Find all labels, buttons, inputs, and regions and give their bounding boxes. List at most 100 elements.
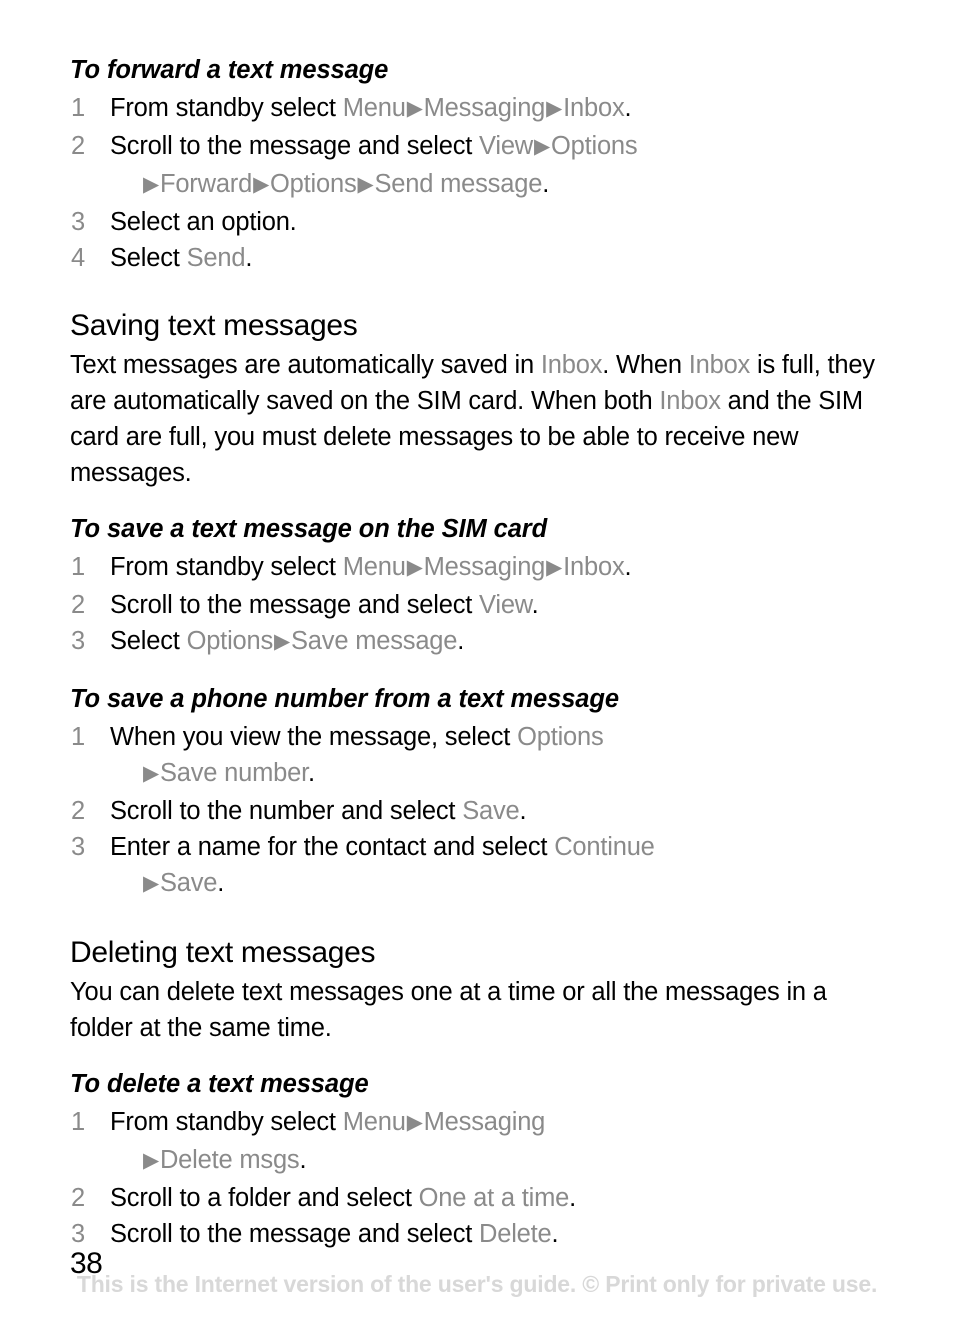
step-period: . bbox=[308, 759, 315, 787]
ui-term-continue: Continue bbox=[554, 833, 655, 861]
step-text: From standby select bbox=[110, 1108, 343, 1136]
page-number: 38 bbox=[70, 1247, 103, 1280]
arrow-icon: ▶ bbox=[406, 97, 423, 120]
ui-term-menu: Menu bbox=[342, 553, 406, 581]
list-item-text: Select an option. bbox=[110, 208, 297, 236]
ui-term-inbox: Inbox bbox=[563, 553, 625, 581]
arrow-icon: ▶ bbox=[357, 173, 374, 196]
paragraph-text: Text messages are automatically saved in bbox=[70, 351, 541, 379]
list-item: 1 From standby select Menu▶Messaging ▶Del… bbox=[70, 1104, 884, 1180]
ui-term-inbox: Inbox bbox=[659, 387, 721, 415]
step-text: From standby select bbox=[110, 553, 343, 581]
step-continuation-line: ▶Delete msgs. bbox=[110, 1142, 884, 1180]
section-heading-deleting-text-messages: Deleting text messages bbox=[70, 936, 376, 969]
ui-term-save-message: Save message bbox=[291, 627, 458, 655]
step-period: . bbox=[217, 869, 225, 897]
step-text: Scroll to the message and select bbox=[110, 591, 480, 619]
step-text: Select bbox=[110, 244, 187, 272]
list-number: 2 bbox=[71, 591, 85, 619]
ui-term-inbox: Inbox bbox=[563, 94, 625, 122]
step-period: . bbox=[624, 94, 632, 122]
ui-term-messaging: Messaging bbox=[423, 553, 546, 581]
ui-term-one-at-a-time: One at a time bbox=[418, 1184, 570, 1212]
list-item: 4 Select Send. bbox=[70, 240, 884, 276]
list-number: 2 bbox=[71, 797, 85, 825]
list-item: 2 Scroll to the message and select View. bbox=[70, 587, 884, 623]
arrow-icon: ▶ bbox=[546, 556, 563, 579]
step-period: . bbox=[624, 553, 632, 581]
ui-term-inbox: Inbox bbox=[688, 351, 751, 379]
list-item-text: Select Send. bbox=[110, 240, 884, 276]
list-number: 1 bbox=[71, 553, 85, 581]
procedure-list-delete: 1 From standby select Menu▶Messaging ▶Del… bbox=[70, 1104, 884, 1252]
section-paragraph-deleting: You can delete text messages one at a ti… bbox=[70, 978, 827, 1042]
arrow-icon: ▶ bbox=[534, 135, 550, 158]
list-item-text: Enter a name for the contact and select … bbox=[110, 829, 884, 903]
step-period: . bbox=[531, 591, 539, 619]
arrow-icon: ▶ bbox=[143, 872, 159, 895]
list-item: 1 From standby select Menu▶Messaging▶Inb… bbox=[70, 549, 884, 587]
list-item-text: Scroll to a folder and select One at a t… bbox=[110, 1180, 884, 1216]
ui-term-view: View bbox=[479, 132, 534, 160]
arrow-icon: ▶ bbox=[143, 173, 159, 196]
ui-term-send: Send bbox=[186, 244, 246, 272]
procedure-heading-save-phone-number: To save a phone number from a text messa… bbox=[70, 685, 619, 713]
step-period: . bbox=[569, 1184, 577, 1212]
list-number: 1 bbox=[71, 94, 85, 122]
footer-watermark: This is the Internet version of the user… bbox=[76, 1271, 878, 1297]
list-item-text: From standby select Menu▶Messaging▶Inbox… bbox=[110, 90, 884, 128]
procedure-spacer bbox=[70, 1046, 884, 1066]
list-item: 3 Select an option. bbox=[70, 204, 884, 240]
step-continuation-line: ▶Forward▶Options▶Send message. bbox=[110, 166, 884, 204]
document-page: To forward a text message 1 From standby… bbox=[0, 0, 954, 1331]
arrow-icon: ▶ bbox=[143, 1149, 159, 1172]
list-number: 3 bbox=[71, 208, 85, 236]
step-continuation-line: ▶Save number. bbox=[110, 755, 884, 793]
list-number: 2 bbox=[71, 132, 85, 160]
ui-term-save: Save bbox=[462, 797, 520, 825]
step-text: From standby select bbox=[110, 94, 343, 122]
list-item: 3 Select Options▶Save message. bbox=[70, 623, 884, 661]
list-item-text: When you view the message, select Option… bbox=[110, 719, 884, 793]
list-item-text: Scroll to the message and select View. bbox=[110, 587, 884, 623]
page-footer: 38 This is the Internet version of the u… bbox=[0, 1241, 954, 1331]
step-text: Select bbox=[110, 627, 187, 655]
procedure-list-save-number: 1 When you view the message, select Opti… bbox=[70, 719, 884, 903]
list-number: 1 bbox=[71, 1108, 85, 1136]
list-number: 4 bbox=[71, 244, 85, 272]
list-item: 2 Scroll to the message and select View▶… bbox=[70, 128, 884, 204]
list-item: 2 Scroll to the number and select Save. bbox=[70, 793, 884, 829]
section-heading-saving-text-messages: Saving text messages bbox=[70, 309, 358, 342]
ui-term-inbox: Inbox bbox=[540, 351, 603, 379]
list-item: 1 When you view the message, select Opti… bbox=[70, 719, 884, 793]
ui-term-options: Options bbox=[186, 627, 274, 655]
list-item-text: Select Options▶Save message. bbox=[110, 623, 884, 661]
ui-term-delete-msgs: Delete msgs bbox=[159, 1146, 300, 1174]
ui-term-view: View bbox=[479, 591, 532, 619]
step-text: Scroll to the number and select bbox=[110, 797, 463, 825]
procedure-heading-save-on-sim-card: To save a text message on the SIM card bbox=[70, 515, 548, 543]
list-item-text: From standby select Menu▶Messaging▶Inbox… bbox=[110, 549, 884, 587]
procedure-heading-forward-text-message: To forward a text message bbox=[70, 56, 389, 84]
ui-term-messaging: Messaging bbox=[423, 1108, 546, 1136]
step-period: . bbox=[457, 627, 465, 655]
ui-term-send-message: Send message bbox=[374, 170, 543, 198]
list-number: 2 bbox=[71, 1184, 85, 1212]
ui-term-options: Options bbox=[270, 170, 357, 198]
paragraph-text: . When bbox=[602, 351, 689, 379]
list-item: 1 From standby select Menu▶Messaging▶Inb… bbox=[70, 90, 884, 128]
list-item: 3 Enter a name for the contact and selec… bbox=[70, 829, 884, 903]
list-item: 2 Scroll to a folder and select One at a… bbox=[70, 1180, 884, 1216]
step-period: . bbox=[542, 170, 550, 198]
list-item-text: Scroll to the message and select View▶Op… bbox=[110, 128, 884, 204]
ui-term-options: Options bbox=[517, 723, 604, 751]
step-period: . bbox=[245, 244, 253, 272]
step-text: Enter a name for the contact and select bbox=[110, 833, 555, 861]
ui-term-options: Options bbox=[550, 132, 638, 160]
list-number: 3 bbox=[71, 833, 85, 861]
arrow-icon: ▶ bbox=[274, 630, 290, 653]
arrow-icon: ▶ bbox=[406, 1111, 423, 1134]
procedure-spacer bbox=[70, 491, 884, 511]
list-item-text: Scroll to the number and select Save. bbox=[110, 793, 884, 829]
